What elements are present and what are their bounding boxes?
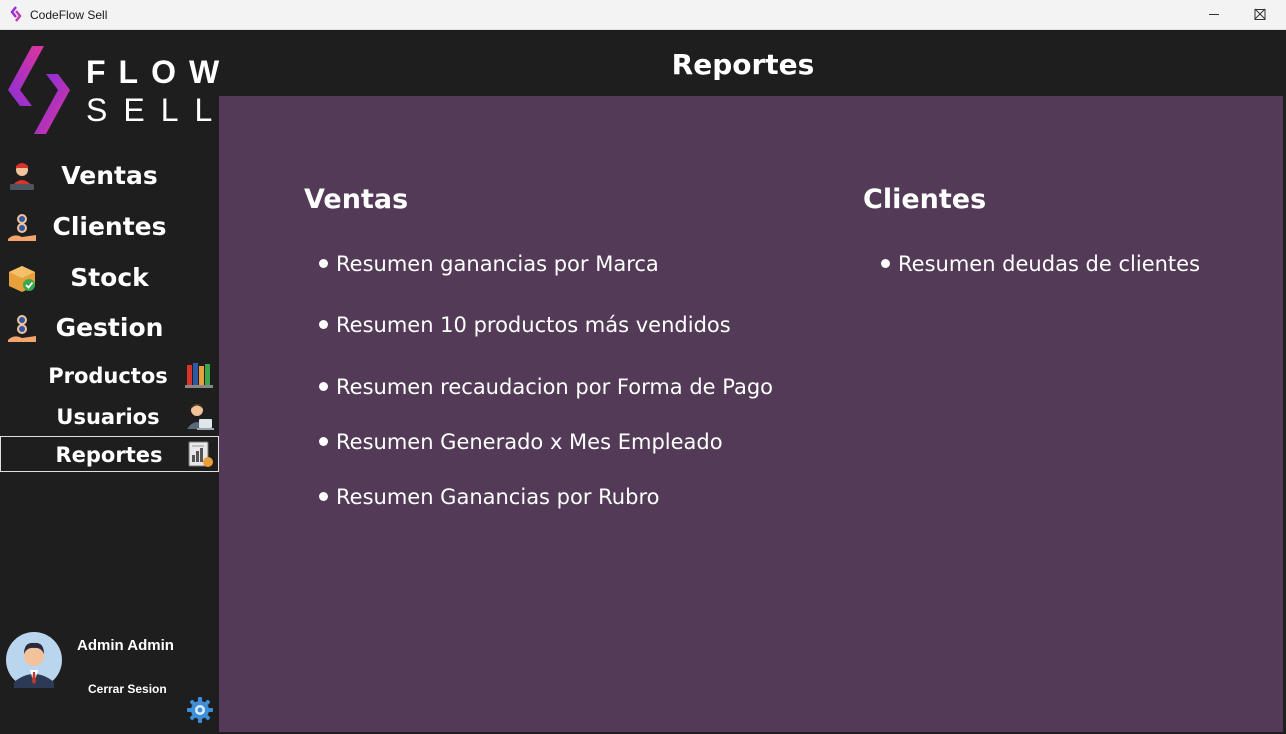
- window-title: CodeFlow Sell: [30, 8, 108, 22]
- bullet-icon: [319, 436, 328, 446]
- report-link-label: Resumen recaudacion por Forma de Pago: [336, 375, 774, 399]
- sidebar-item-label: Ventas: [61, 161, 158, 190]
- bullet-icon: [881, 258, 890, 268]
- reports-panel: Ventas Resumen ganancias por Marca Resum…: [219, 96, 1283, 732]
- user-laptop-icon: [187, 404, 214, 430]
- report-link-label: Resumen ganancias por Marca: [336, 252, 659, 276]
- sidebar-subitem-reportes[interactable]: Reportes: [0, 436, 219, 472]
- sidebar-item-stock[interactable]: Stock: [0, 256, 219, 300]
- report-link-ganancias-rubro[interactable]: Resumen Ganancias por Rubro: [319, 485, 659, 509]
- report-link-deudas-clientes[interactable]: Resumen deudas de clientes: [881, 252, 1200, 276]
- app-logo-icon: [10, 6, 22, 22]
- close-button[interactable]: [1248, 0, 1286, 30]
- gear-icon[interactable]: [186, 696, 214, 724]
- section-title-clientes: Clientes: [863, 184, 987, 215]
- books-icon: [185, 363, 213, 388]
- sidebar: FLOW SELL Ventas Clientes Stock Gestion …: [0, 30, 219, 734]
- user-name: Admin Admin: [77, 637, 174, 654]
- report-link-label: Resumen 10 productos más vendidos: [336, 313, 731, 337]
- report-link-mes-empleado[interactable]: Resumen Generado x Mes Empleado: [319, 430, 723, 454]
- logout-link[interactable]: Cerrar Sesion: [88, 682, 167, 696]
- avatar: [6, 632, 62, 688]
- report-link-forma-pago[interactable]: Resumen recaudacion por Forma de Pago: [319, 375, 773, 399]
- window-titlebar: CodeFlow Sell: [0, 0, 1286, 30]
- section-title-ventas: Ventas: [304, 184, 409, 215]
- bullet-icon: [319, 258, 328, 268]
- sidebar-subitem-productos[interactable]: Productos: [0, 358, 219, 394]
- bullet-icon: [319, 319, 328, 329]
- page-title: Reportes: [671, 48, 815, 81]
- report-link-label: Resumen deudas de clientes: [898, 252, 1201, 276]
- report-icon: [188, 441, 213, 467]
- report-link-label: Resumen Generado x Mes Empleado: [336, 430, 723, 454]
- sidebar-subitem-usuarios[interactable]: Usuarios: [0, 399, 219, 435]
- bullet-icon: [319, 381, 328, 391]
- sidebar-item-ventas[interactable]: Ventas: [0, 154, 219, 198]
- page-header: Reportes: [219, 30, 1283, 96]
- flowsell-logo-icon: [8, 46, 70, 134]
- bullet-icon: [319, 491, 328, 501]
- report-link-label: Resumen Ganancias por Rubro: [336, 485, 660, 509]
- close-icon: [1254, 8, 1266, 20]
- sidebar-item-label: Clientes: [52, 212, 167, 241]
- minimize-button[interactable]: [1191, 0, 1237, 30]
- report-link-ganancias-marca[interactable]: Resumen ganancias por Marca: [319, 252, 659, 276]
- report-link-top10-productos[interactable]: Resumen 10 productos más vendidos: [319, 313, 731, 337]
- minimize-icon: [1209, 14, 1219, 15]
- sidebar-item-gestion[interactable]: Gestion: [0, 306, 219, 350]
- logo-wordmark-flow: FLOW: [86, 54, 233, 90]
- sidebar-item-label: Gestion: [55, 313, 164, 342]
- logo-wordmark-sell: SELL: [86, 92, 229, 128]
- sidebar-item-label: Stock: [70, 263, 149, 292]
- sidebar-item-clientes[interactable]: Clientes: [0, 205, 219, 249]
